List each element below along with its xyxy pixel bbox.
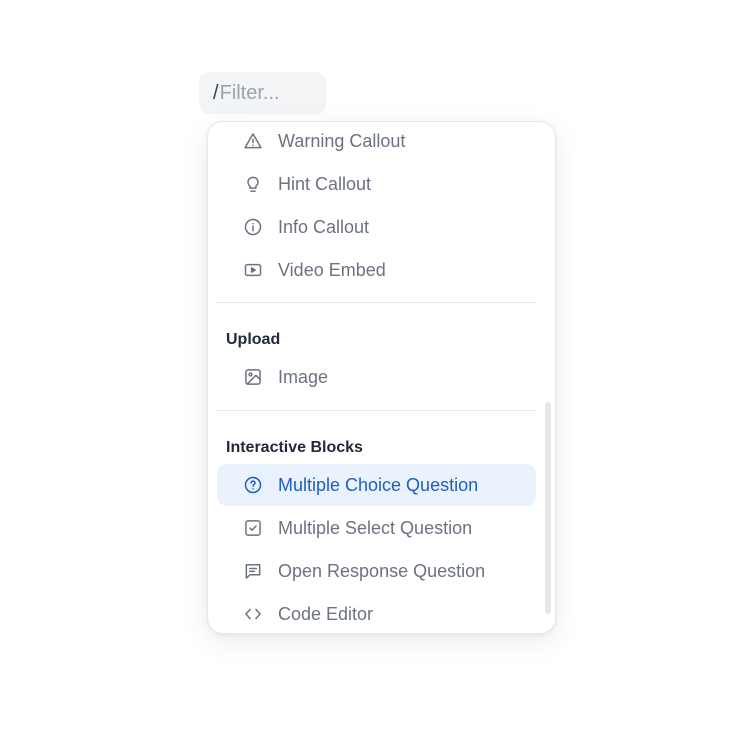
message-square-icon	[243, 561, 263, 581]
menu-item-label: Info Callout	[278, 216, 370, 237]
menu-item-multiple-select-question[interactable]: Multiple Select Question	[217, 507, 536, 549]
section-title-interactive-blocks: Interactive Blocks	[226, 439, 363, 456]
menu-item-image[interactable]: Image	[217, 356, 536, 398]
question-circle-icon	[243, 475, 263, 495]
filter-placeholder: Filter...	[219, 81, 280, 104]
slash-prefix: /	[213, 81, 219, 104]
lightbulb-icon	[243, 174, 263, 194]
menu-item-warning-callout[interactable]: Warning Callout	[217, 122, 536, 162]
menu-item-label: Open Response Question	[278, 560, 486, 581]
menu-item-info-callout[interactable]: Info Callout	[217, 206, 536, 248]
block-menu: Warning Callout Hint Callout Info Callou…	[207, 121, 556, 634]
image-icon	[243, 367, 263, 387]
menu-item-label: Video Embed	[278, 259, 386, 280]
menu-item-label: Hint Callout	[278, 173, 372, 194]
section-title-upload: Upload	[226, 331, 281, 348]
menu-item-label: Multiple Choice Question	[278, 474, 479, 495]
menu-item-label: Warning Callout	[278, 130, 406, 151]
menu-item-video-embed[interactable]: Video Embed	[217, 249, 536, 291]
code-icon	[243, 604, 263, 624]
divider	[216, 410, 536, 411]
info-icon	[243, 217, 263, 237]
filter-input[interactable]: / Filter...	[199, 72, 326, 114]
slash-command-overlay: / Filter... Warning Callout Hint Callout…	[0, 0, 750, 750]
menu-item-hint-callout[interactable]: Hint Callout	[217, 163, 536, 205]
warning-icon	[243, 131, 263, 151]
menu-item-label: Image	[278, 366, 329, 387]
checkbox-icon	[243, 518, 263, 538]
menu-item-label: Multiple Select Question	[278, 517, 473, 538]
scrollbar-thumb[interactable]	[545, 402, 551, 614]
menu-item-open-response-question[interactable]: Open Response Question	[217, 550, 536, 592]
divider	[216, 302, 536, 303]
menu-item-code-editor[interactable]: Code Editor	[217, 593, 536, 633]
menu-item-multiple-choice-question[interactable]: Multiple Choice Question	[217, 464, 536, 506]
video-icon	[243, 260, 263, 280]
menu-item-label: Code Editor	[278, 603, 374, 624]
